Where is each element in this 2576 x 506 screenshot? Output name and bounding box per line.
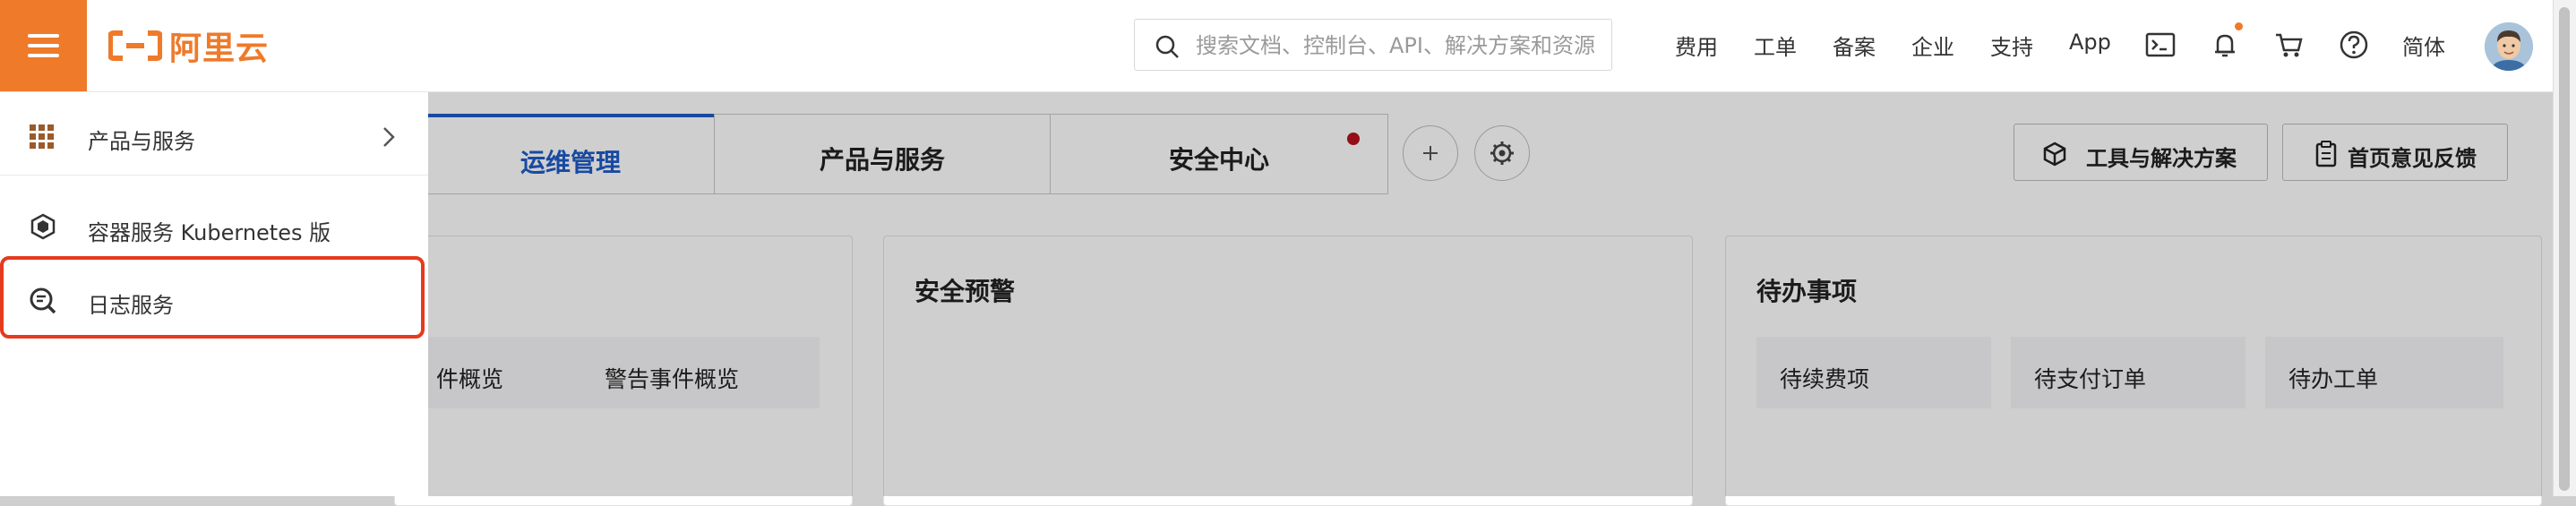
logo-text: 阿里云 bbox=[169, 30, 270, 67]
grid-icon bbox=[30, 124, 54, 149]
menu-toggle-button[interactable] bbox=[0, 0, 87, 91]
nav-tickets[interactable]: 工单 bbox=[1754, 30, 1797, 61]
cart-icon[interactable] bbox=[2271, 27, 2307, 63]
avatar-image bbox=[2485, 22, 2533, 71]
nav-support[interactable]: 支持 bbox=[1990, 30, 2033, 61]
aliyun-logo-icon bbox=[108, 30, 162, 61]
products-services-menu[interactable]: 产品与服务 bbox=[0, 99, 428, 171]
page-scrollbar[interactable] bbox=[2553, 0, 2576, 496]
chevron-right-icon bbox=[383, 127, 395, 147]
user-avatar[interactable] bbox=[2485, 22, 2533, 71]
divider bbox=[0, 175, 428, 176]
search-icon bbox=[1155, 35, 1179, 58]
nav-icp-filing[interactable]: 备案 bbox=[1833, 30, 1876, 61]
menu-item-label: 容器服务 Kubernetes 版 bbox=[88, 220, 331, 245]
aliyun-logo[interactable]: 阿里云 bbox=[108, 25, 270, 67]
global-search[interactable] bbox=[1134, 19, 1612, 71]
search-input[interactable] bbox=[1194, 29, 1601, 63]
language-switch[interactable]: 简体 bbox=[2402, 30, 2445, 61]
scrollbar-thumb[interactable] bbox=[2559, 7, 2570, 491]
help-icon[interactable] bbox=[2336, 27, 2372, 63]
menu-item-kubernetes[interactable]: 容器服务 Kubernetes 版 bbox=[0, 191, 428, 262]
nav-app[interactable]: App bbox=[2069, 30, 2111, 55]
kubernetes-icon bbox=[30, 213, 56, 240]
bell-icon[interactable] bbox=[2207, 27, 2243, 63]
top-navbar: 阿里云 费用 工单 备案 企业 支持 App 简体 bbox=[0, 0, 2553, 92]
terminal-icon[interactable] bbox=[2142, 27, 2178, 63]
nav-enterprise[interactable]: 企业 bbox=[1911, 30, 1954, 61]
highlight-box bbox=[0, 256, 425, 339]
nav-billing[interactable]: 费用 bbox=[1675, 30, 1718, 61]
hamburger-icon bbox=[28, 34, 59, 38]
notification-dot bbox=[2235, 22, 2243, 30]
products-services-label: 产品与服务 bbox=[88, 129, 195, 154]
